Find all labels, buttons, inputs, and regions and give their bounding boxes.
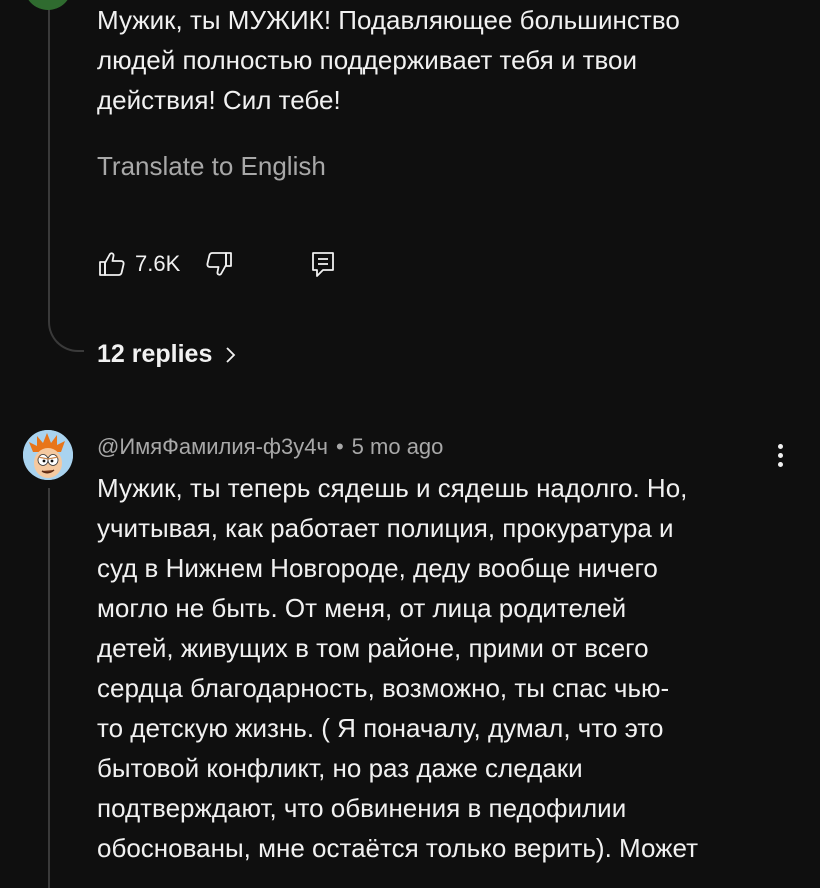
avatar[interactable]	[23, 430, 73, 480]
kebab-dot	[777, 443, 783, 449]
chevron-right-icon	[224, 344, 238, 366]
replies-label: 12 replies	[97, 340, 213, 368]
like-count: 7.6K	[135, 251, 181, 276]
comment-text: Мужик, ты теперь сядешь и сядешь надолго…	[97, 473, 699, 863]
kebab-dot	[777, 452, 783, 458]
replies-button[interactable]: 12 replies	[97, 340, 238, 369]
thread-connector-line-2	[48, 488, 50, 888]
thread-connector-line	[48, 0, 50, 318]
more-vert-icon[interactable]	[766, 438, 794, 472]
reply-icon[interactable]	[308, 249, 338, 279]
thumbs-up-icon[interactable]	[97, 249, 127, 279]
avatar[interactable]	[24, 0, 72, 10]
author-name[interactable]: @ИмяФамилия-ф3у4ч	[97, 430, 328, 464]
comment-actions: 7.6K	[97, 244, 338, 284]
thread-connector-curve	[48, 312, 84, 352]
meta-separator: •	[335, 434, 344, 459]
translate-link[interactable]: Translate to English	[97, 148, 326, 184]
kebab-dot	[777, 461, 783, 467]
comment-text: Мужик, ты МУЖИК! Подавляющее большинство…	[97, 5, 680, 115]
comment-time[interactable]: 5 mo ago	[352, 430, 444, 464]
thumbs-down-icon[interactable]	[204, 249, 234, 279]
comment-meta: @ИмяФамилия-ф3у4ч • 5 mo ago	[97, 430, 443, 464]
